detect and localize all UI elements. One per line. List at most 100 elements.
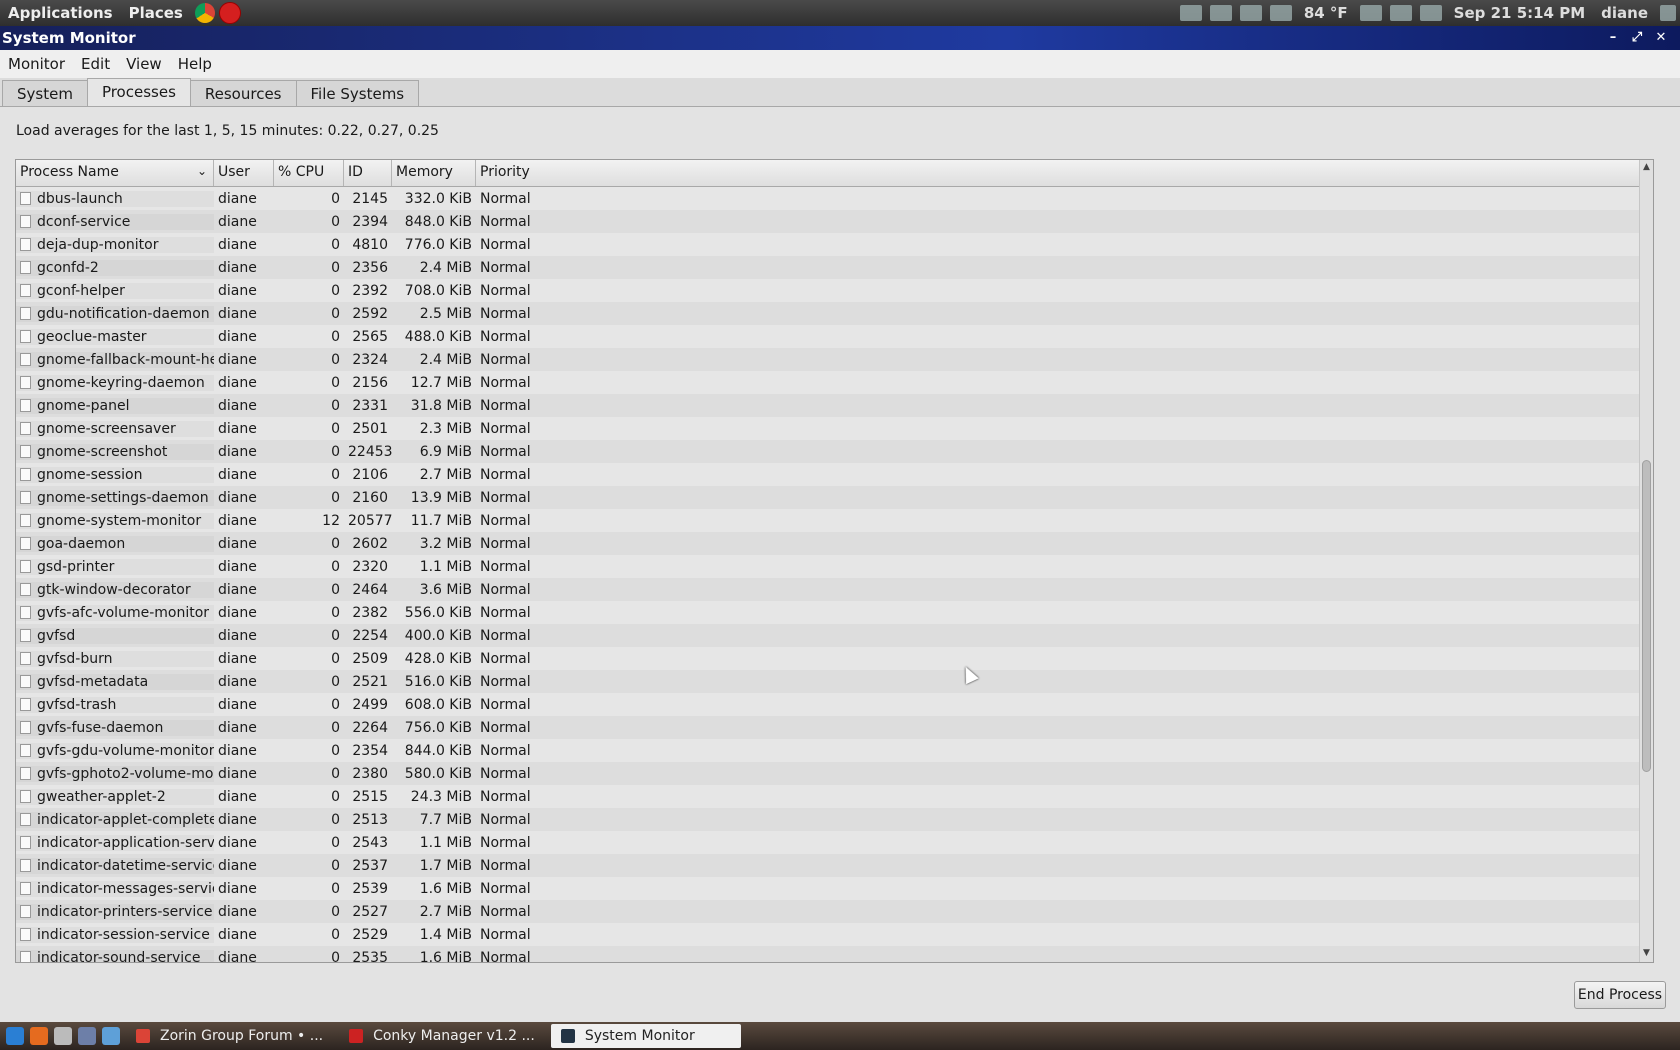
table-row[interactable]: gconfd-2 diane 0 2356 2.4 MiB Normal	[16, 256, 1653, 279]
table-row[interactable]: gnome-panel diane 0 2331 31.8 MiB Normal	[16, 394, 1653, 417]
table-row[interactable]: indicator-applet-complete diane 0 2513 7.7 M…	[16, 808, 1653, 831]
process-memory: 1.6 MiB	[419, 949, 472, 963]
end-process-button[interactable]: End Process	[1574, 981, 1666, 1009]
table-row[interactable]: deja-dup-monitor diane 0 4810 776.0 KiB Norma…	[16, 233, 1653, 256]
table-row[interactable]: gvfsd-trash diane 0 2499 608.0 KiB Normal	[16, 693, 1653, 716]
process-priority: Normal	[480, 880, 531, 897]
display-icon[interactable]	[1389, 5, 1412, 21]
column-user[interactable]: User	[214, 160, 274, 186]
applications-menu[interactable]: Applications	[0, 4, 121, 22]
column-id[interactable]: ID	[344, 160, 392, 186]
tab-system[interactable]: System	[2, 80, 88, 107]
tab-resources[interactable]: Resources	[189, 80, 297, 107]
maximize-icon[interactable]: ⤢	[1630, 31, 1644, 45]
table-row[interactable]: gconf-helper diane 0 2392 708.0 KiB Normal	[16, 279, 1653, 302]
table-row[interactable]: indicator-datetime-service diane 0 2537 1.7 …	[16, 854, 1653, 877]
weather-indicator[interactable]: 84 °F	[1304, 4, 1348, 22]
table-row[interactable]: gnome-system-monitor diane 12 20577 11.7 MiB…	[16, 509, 1653, 532]
task-conky-manager[interactable]: Conky Manager v1.2 ...	[339, 1024, 545, 1048]
column-priority[interactable]: Priority	[476, 160, 536, 186]
mail-icon[interactable]	[1359, 5, 1382, 21]
process-name: gnome-settings-daemon	[16, 490, 214, 506]
desktop-icon[interactable]	[6, 1027, 24, 1045]
menu-edit[interactable]: Edit	[73, 55, 118, 73]
clock-datetime[interactable]: Sep 21 5:14 PM	[1454, 4, 1585, 22]
app-launcher-icon[interactable]	[218, 2, 241, 24]
firefox-icon[interactable]	[30, 1027, 48, 1045]
process-name: goa-daemon	[16, 536, 214, 552]
menu-help[interactable]: Help	[170, 55, 220, 73]
table-row[interactable]: gnome-session diane 0 2106 2.7 MiB Normal	[16, 463, 1653, 486]
column-process-name[interactable]: Process Name ⌄	[16, 160, 214, 186]
table-row[interactable]: gnome-screensaver diane 0 2501 2.3 MiB Normal	[16, 417, 1653, 440]
process-priority: Normal	[480, 857, 531, 874]
table-row[interactable]: gweather-applet-2 diane 0 2515 24.3 MiB Norma…	[16, 785, 1653, 808]
process-user: diane	[218, 190, 257, 207]
process-cpu: 0	[331, 696, 340, 713]
tool-icon[interactable]	[102, 1027, 120, 1045]
process-priority: Normal	[480, 443, 531, 460]
user-menu[interactable]: diane	[1601, 4, 1648, 22]
table-row[interactable]: indicator-sound-service diane 0 2535 1.6 MiB…	[16, 946, 1653, 962]
table-row[interactable]: indicator-printers-service diane 0 2527 2.7 …	[16, 900, 1653, 923]
table-row[interactable]: gnome-screenshot diane 0 22453 6.9 MiB Normal	[16, 440, 1653, 463]
table-row[interactable]: gvfsd-burn diane 0 2509 428.0 KiB Normal	[16, 647, 1653, 670]
tab-processes[interactable]: Processes	[86, 78, 191, 107]
table-row[interactable]: dconf-service diane 0 2394 848.0 KiB Normal	[16, 210, 1653, 233]
tab-file-systems[interactable]: File Systems	[295, 80, 420, 107]
table-row[interactable]: gvfs-afc-volume-monitor diane 0 2382 556.0 K…	[16, 601, 1653, 624]
process-icon	[20, 514, 31, 527]
chrome-launcher-icon[interactable]	[194, 3, 215, 23]
process-name-label: gnome-fallback-mount-hel	[37, 351, 214, 368]
screenshot-tray-icon[interactable]	[1239, 5, 1262, 21]
table-row[interactable]: gnome-fallback-mount-hel diane 0 2324 2.4 Mi…	[16, 348, 1653, 371]
process-name: gvfs-gphoto2-volume-mor	[16, 766, 214, 782]
volume-icon[interactable]	[1419, 5, 1442, 21]
column-cpu[interactable]: % CPU	[274, 160, 344, 186]
table-row[interactable]: indicator-messages-servic diane 0 2539 1.6 M…	[16, 877, 1653, 900]
vertical-scrollbar[interactable]: ▲ ▼	[1639, 160, 1653, 962]
table-row[interactable]: indicator-session-service diane 0 2529 1.4 M…	[16, 923, 1653, 946]
process-icon	[20, 606, 31, 619]
task-zorin-forum[interactable]: Zorin Group Forum • ...	[126, 1024, 333, 1048]
process-table[interactable]: Process Name ⌄ User % CPU ID Memory Prio…	[15, 159, 1654, 963]
system-monitor-icon	[560, 1029, 575, 1043]
table-row[interactable]: geoclue-master diane 0 2565 488.0 KiB Normal	[16, 325, 1653, 348]
table-row[interactable]: gvfs-fuse-daemon diane 0 2264 756.0 KiB Norma…	[16, 716, 1653, 739]
window-titlebar[interactable]: System Monitor – ⤢ ✕	[0, 26, 1680, 50]
table-row[interactable]: gsd-printer diane 0 2320 1.1 MiB Normal	[16, 555, 1653, 578]
column-memory[interactable]: Memory	[392, 160, 476, 186]
table-row[interactable]: gvfsd diane 0 2254 400.0 KiB Normal	[16, 624, 1653, 647]
process-name: gdu-notification-daemon	[16, 306, 214, 322]
table-row[interactable]: indicator-application-serv diane 0 2543 1.1 …	[16, 831, 1653, 854]
process-icon	[20, 652, 31, 665]
table-row[interactable]: gnome-keyring-daemon diane 0 2156 12.7 MiB No…	[16, 371, 1653, 394]
table-row[interactable]: goa-daemon diane 0 2602 3.2 MiB Normal	[16, 532, 1653, 555]
process-cpu: 0	[331, 834, 340, 851]
calculator-tray-icon[interactable]	[1179, 5, 1202, 21]
places-menu[interactable]: Places	[121, 4, 191, 22]
table-row[interactable]: gdu-notification-daemon diane 0 2592 2.5 MiB…	[16, 302, 1653, 325]
table-row[interactable]: dbus-launch diane 0 2145 332.0 KiB Normal	[16, 187, 1653, 210]
process-memory: 848.0 KiB	[404, 213, 472, 230]
minimize-icon[interactable]: –	[1606, 31, 1620, 45]
table-row[interactable]: gnome-settings-daemon diane 0 2160 13.9 MiB N…	[16, 486, 1653, 509]
task-system-monitor[interactable]: System Monitor	[550, 1024, 741, 1048]
session-icon[interactable]	[1660, 5, 1676, 21]
settings-icon[interactable]	[78, 1027, 96, 1045]
clock-tray-icon[interactable]	[1269, 5, 1292, 21]
scroll-down-icon[interactable]: ▼	[1640, 948, 1653, 960]
table-row[interactable]: gvfs-gphoto2-volume-mor diane 0 2380 580.0 K…	[16, 762, 1653, 785]
close-icon[interactable]: ✕	[1654, 31, 1668, 45]
scrollbar-thumb[interactable]	[1642, 460, 1651, 772]
process-name-label: gvfs-gphoto2-volume-mor	[37, 765, 214, 782]
table-row[interactable]: gtk-window-decorator diane 0 2464 3.6 MiB Nor…	[16, 578, 1653, 601]
process-priority: Normal	[480, 811, 531, 828]
table-row[interactable]: gvfsd-metadata diane 0 2521 516.0 KiB Normal	[16, 670, 1653, 693]
menu-view[interactable]: View	[118, 55, 170, 73]
table-row[interactable]: gvfs-gdu-volume-monitor diane 0 2354 844.0 K…	[16, 739, 1653, 762]
terminal-tray-icon[interactable]	[1209, 5, 1232, 21]
inkscape-icon[interactable]	[54, 1027, 72, 1045]
menu-monitor[interactable]: Monitor	[0, 55, 73, 73]
scroll-up-icon[interactable]: ▲	[1640, 162, 1653, 174]
